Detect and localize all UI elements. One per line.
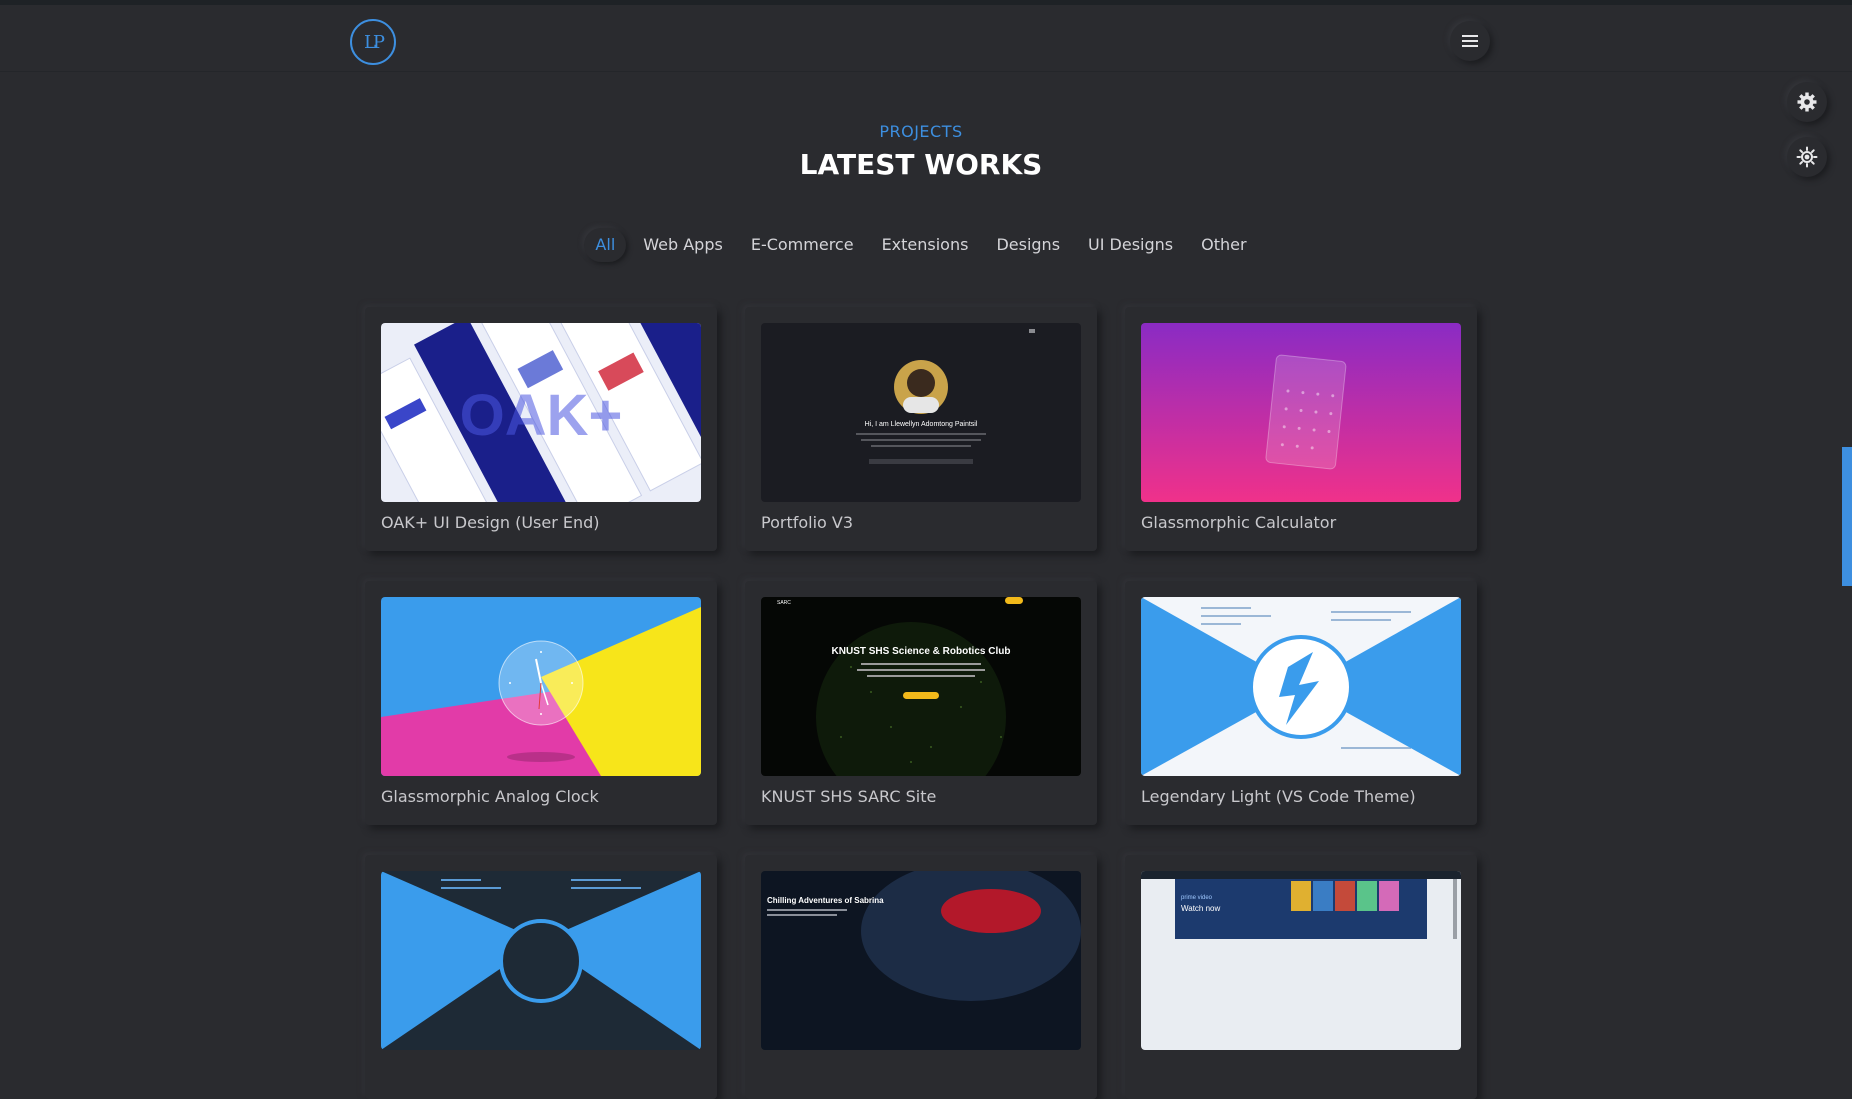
logo[interactable]: LP — [350, 19, 396, 65]
project-card[interactable]: Chilling Adventures of Sabrina — [745, 855, 1097, 1099]
thumbnail-brand: prime video — [1181, 895, 1213, 901]
thumbnail-brand: SARC — [777, 600, 791, 606]
thumbnail-headline: KNUST SHS Science & Robotics Club — [832, 646, 1011, 657]
navbar: LP — [0, 5, 1852, 72]
filter-tab-other[interactable]: Other — [1190, 228, 1257, 262]
filter-tab-web-apps[interactable]: Web Apps — [632, 228, 734, 262]
filter-tab-extensions[interactable]: Extensions — [871, 228, 980, 262]
project-thumbnail — [381, 597, 701, 776]
project-title: Legendary Light (VS Code Theme) — [1141, 787, 1416, 806]
thumbnail-headline: Chilling Adventures of Sabrina — [767, 896, 884, 905]
thumbnail-headline: Watch now — [1181, 904, 1220, 913]
gear-icon — [1797, 92, 1817, 112]
scrollbar-thumb[interactable] — [1842, 447, 1852, 586]
filter-tab-ui-designs[interactable]: UI Designs — [1077, 228, 1184, 262]
project-thumbnail — [1141, 323, 1461, 502]
settings-button[interactable] — [1787, 82, 1827, 122]
project-title: Portfolio V3 — [761, 513, 854, 532]
project-card[interactable]: OAK+ OAK+ UI Design (User End) — [365, 307, 717, 551]
project-card[interactable]: Legendary Light (VS Code Theme) — [1125, 581, 1477, 825]
section-kicker: PROJECTS — [879, 122, 963, 141]
project-title: Glassmorphic Calculator — [1141, 513, 1337, 532]
project-title: KNUST SHS SARC Site — [761, 787, 937, 806]
filter-tabs: All Web Apps E-Commerce Extensions Desig… — [0, 228, 1842, 262]
section-title: LATEST WORKS — [799, 148, 1043, 181]
filter-tab-e-commerce[interactable]: E-Commerce — [740, 228, 865, 262]
project-thumbnail: SARC KNUST SHS Science & Robotics Club — [761, 597, 1081, 776]
project-thumbnail: Chilling Adventures of Sabrina — [761, 871, 1081, 1050]
project-card[interactable] — [365, 855, 717, 1099]
project-card[interactable]: Hi, I am Llewellyn Adomtong Paintsil Por… — [745, 307, 1097, 551]
project-card[interactable]: SARC KNUST SHS Science & Robotics Club K… — [745, 581, 1097, 825]
thumbnail-overlay-text: OAK+ — [460, 383, 623, 448]
project-thumbnail — [1141, 597, 1461, 776]
project-card[interactable]: Glassmorphic Analog Clock — [365, 581, 717, 825]
project-thumbnail: prime video Watch now — [1141, 871, 1461, 1050]
hamburger-icon — [1462, 35, 1478, 47]
project-title: Glassmorphic Analog Clock — [381, 787, 599, 806]
project-thumbnail: OAK+ — [381, 323, 701, 502]
project-card[interactable]: prime video Watch now — [1125, 855, 1477, 1099]
project-card[interactable]: Glassmorphic Calculator — [1125, 307, 1477, 551]
filter-tab-designs[interactable]: Designs — [985, 228, 1071, 262]
project-thumbnail — [381, 871, 701, 1050]
project-thumbnail: Hi, I am Llewellyn Adomtong Paintsil — [761, 323, 1081, 502]
project-title: OAK+ UI Design (User End) — [381, 513, 600, 532]
menu-button[interactable] — [1450, 21, 1490, 61]
filter-tab-all[interactable]: All — [584, 228, 626, 262]
thumbnail-headline: Hi, I am Llewellyn Adomtong Paintsil — [865, 421, 978, 428]
